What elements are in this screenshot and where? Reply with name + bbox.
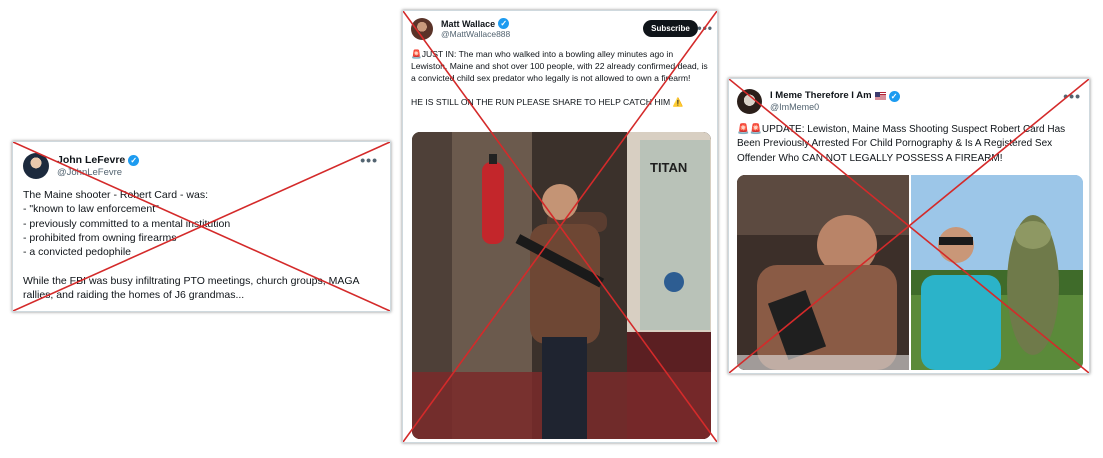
display-name[interactable]: I Meme Therefore I Am bbox=[770, 90, 872, 101]
tweet-text: 🚨JUST IN: The man who walked into a bowl… bbox=[411, 49, 708, 108]
user-handle[interactable]: @ImMeme0 bbox=[770, 102, 900, 113]
suspect-surveillance-photo[interactable]: TITAN bbox=[412, 132, 711, 439]
photo-sign-text: TITAN bbox=[650, 160, 687, 175]
tweet-header: Matt Wallace ✓ @MattWallace888 bbox=[411, 18, 510, 40]
user-handle[interactable]: @MattWallace888 bbox=[441, 29, 510, 39]
suspect-fishing-photo[interactable] bbox=[911, 175, 1083, 370]
tweet-text: 🚨🚨UPDATE: Lewiston, Maine Mass Shooting … bbox=[737, 124, 1066, 164]
verified-badge-icon: ✓ bbox=[498, 18, 510, 30]
tweet-card-matt-wallace[interactable]: Matt Wallace ✓ @MattWallace888 Subscribe… bbox=[402, 10, 718, 443]
more-options-icon[interactable]: ••• bbox=[697, 22, 713, 34]
tweet-card-i-meme-therefore-i-am[interactable]: I Meme Therefore I Am ✓ @ImMeme0 ••• 🚨🚨U… bbox=[728, 78, 1090, 374]
tweet-header: I Meme Therefore I Am ✓ @ImMeme0 bbox=[737, 89, 900, 114]
user-handle[interactable]: @JohnLeFevre bbox=[57, 167, 139, 178]
verified-badge-icon: ✓ bbox=[888, 90, 900, 102]
photo-illustration bbox=[911, 175, 1083, 370]
more-options-icon[interactable]: ••• bbox=[1063, 89, 1081, 103]
avatar[interactable] bbox=[411, 18, 433, 40]
photo-illustration bbox=[737, 175, 909, 370]
suspect-closeup-photo[interactable] bbox=[737, 175, 909, 370]
us-flag-icon bbox=[874, 92, 886, 101]
tweet-text: The Maine shooter - Robert Card - was: -… bbox=[23, 189, 359, 302]
display-name[interactable]: Matt Wallace bbox=[441, 19, 495, 30]
subscribe-button[interactable]: Subscribe bbox=[643, 20, 698, 37]
verified-badge-icon: ✓ bbox=[128, 154, 140, 166]
tweet-header: John LeFevre ✓ @JohnLeFevre bbox=[23, 153, 140, 179]
display-name[interactable]: John LeFevre bbox=[57, 154, 125, 167]
more-options-icon[interactable]: ••• bbox=[360, 153, 378, 167]
tweet-card-john-lefevre[interactable]: John LeFevre ✓ @JohnLeFevre ••• The Main… bbox=[12, 141, 391, 312]
avatar[interactable] bbox=[737, 89, 762, 114]
photo-illustration: TITAN bbox=[412, 132, 711, 439]
avatar[interactable] bbox=[23, 153, 49, 179]
